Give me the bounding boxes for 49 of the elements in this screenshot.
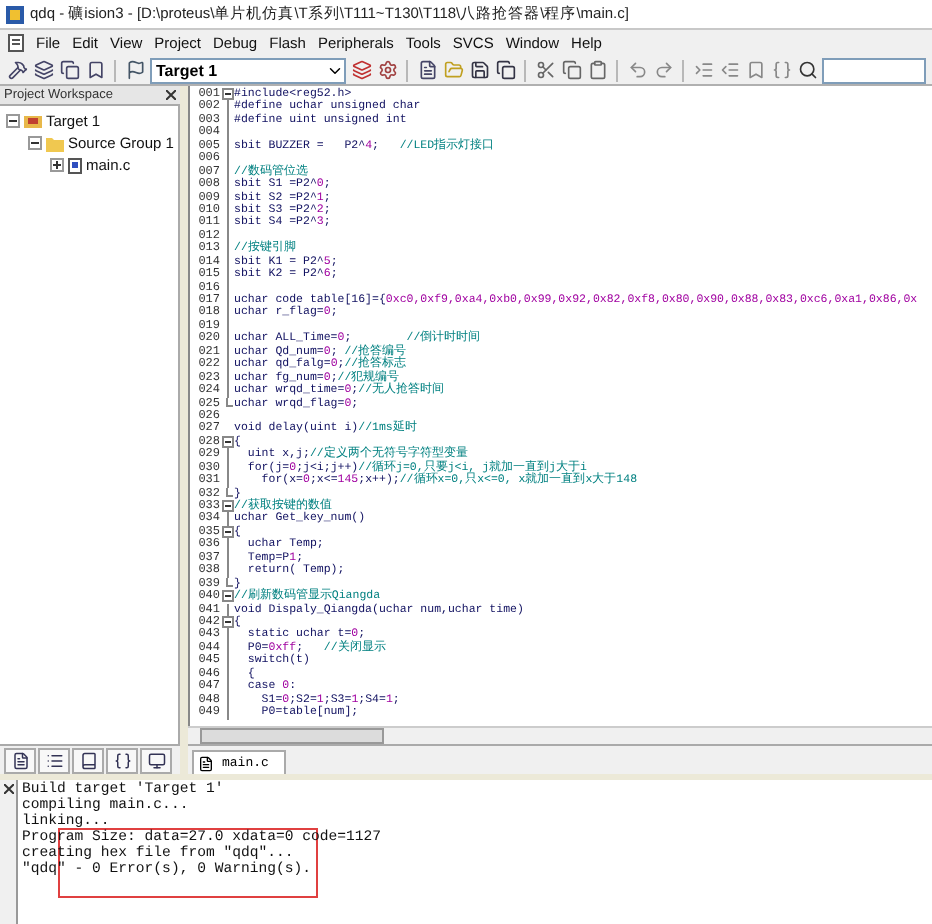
paste-icon[interactable] bbox=[586, 59, 608, 81]
copy-icon[interactable] bbox=[58, 59, 80, 81]
flag-icon[interactable] bbox=[124, 59, 146, 81]
horizontal-scrollbar[interactable] bbox=[188, 726, 932, 744]
bookmark-icon[interactable] bbox=[84, 59, 106, 81]
app-icon bbox=[6, 5, 24, 23]
collapse-icon[interactable] bbox=[6, 114, 20, 128]
document-icon[interactable] bbox=[11, 751, 29, 769]
functions-tab[interactable] bbox=[106, 747, 138, 773]
list-icon[interactable] bbox=[45, 751, 63, 769]
search-icon[interactable] bbox=[796, 59, 818, 81]
list-tab[interactable] bbox=[38, 747, 70, 773]
layers-icon[interactable] bbox=[350, 59, 372, 81]
book-icon[interactable] bbox=[79, 751, 97, 769]
settings-icon[interactable] bbox=[376, 59, 398, 81]
copy-icon[interactable] bbox=[560, 59, 582, 81]
close-icon[interactable] bbox=[3, 784, 13, 794]
redo-icon[interactable] bbox=[652, 59, 674, 81]
cut-icon[interactable] bbox=[534, 59, 556, 81]
file-icon bbox=[68, 157, 82, 173]
fold-collapse-icon[interactable] bbox=[221, 590, 233, 603]
indent-icon[interactable] bbox=[692, 59, 714, 81]
target-dropdown[interactable]: Target 1 bbox=[150, 57, 346, 83]
new-file-icon[interactable] bbox=[416, 59, 438, 81]
expand-icon[interactable] bbox=[50, 158, 64, 172]
rebuild-icon[interactable] bbox=[32, 59, 54, 81]
files-tab[interactable] bbox=[4, 747, 36, 773]
fold-collapse-icon[interactable] bbox=[221, 435, 233, 448]
collapse-icon[interactable] bbox=[28, 136, 42, 150]
monitor-icon[interactable] bbox=[147, 751, 165, 769]
undo-icon[interactable] bbox=[626, 59, 648, 81]
build-icon[interactable] bbox=[6, 59, 28, 81]
target-icon bbox=[24, 113, 42, 129]
fold-collapse-icon[interactable] bbox=[221, 88, 233, 100]
find-field[interactable] bbox=[822, 57, 926, 83]
fold-collapse-icon[interactable] bbox=[221, 615, 233, 628]
close-icon[interactable] bbox=[166, 90, 176, 100]
templates-tab[interactable] bbox=[140, 747, 172, 773]
fold-collapse-icon[interactable] bbox=[221, 525, 233, 538]
save-all-icon[interactable] bbox=[494, 59, 516, 81]
folder-icon bbox=[46, 135, 64, 151]
braces-icon[interactable] bbox=[113, 751, 131, 769]
code-editor[interactable] bbox=[188, 86, 932, 726]
document-icon[interactable] bbox=[8, 34, 24, 52]
save-icon[interactable] bbox=[468, 59, 490, 81]
fold-collapse-icon[interactable] bbox=[221, 500, 233, 512]
document-icon bbox=[198, 755, 214, 771]
outdent-icon[interactable] bbox=[718, 59, 740, 81]
books-tab[interactable] bbox=[72, 747, 104, 773]
